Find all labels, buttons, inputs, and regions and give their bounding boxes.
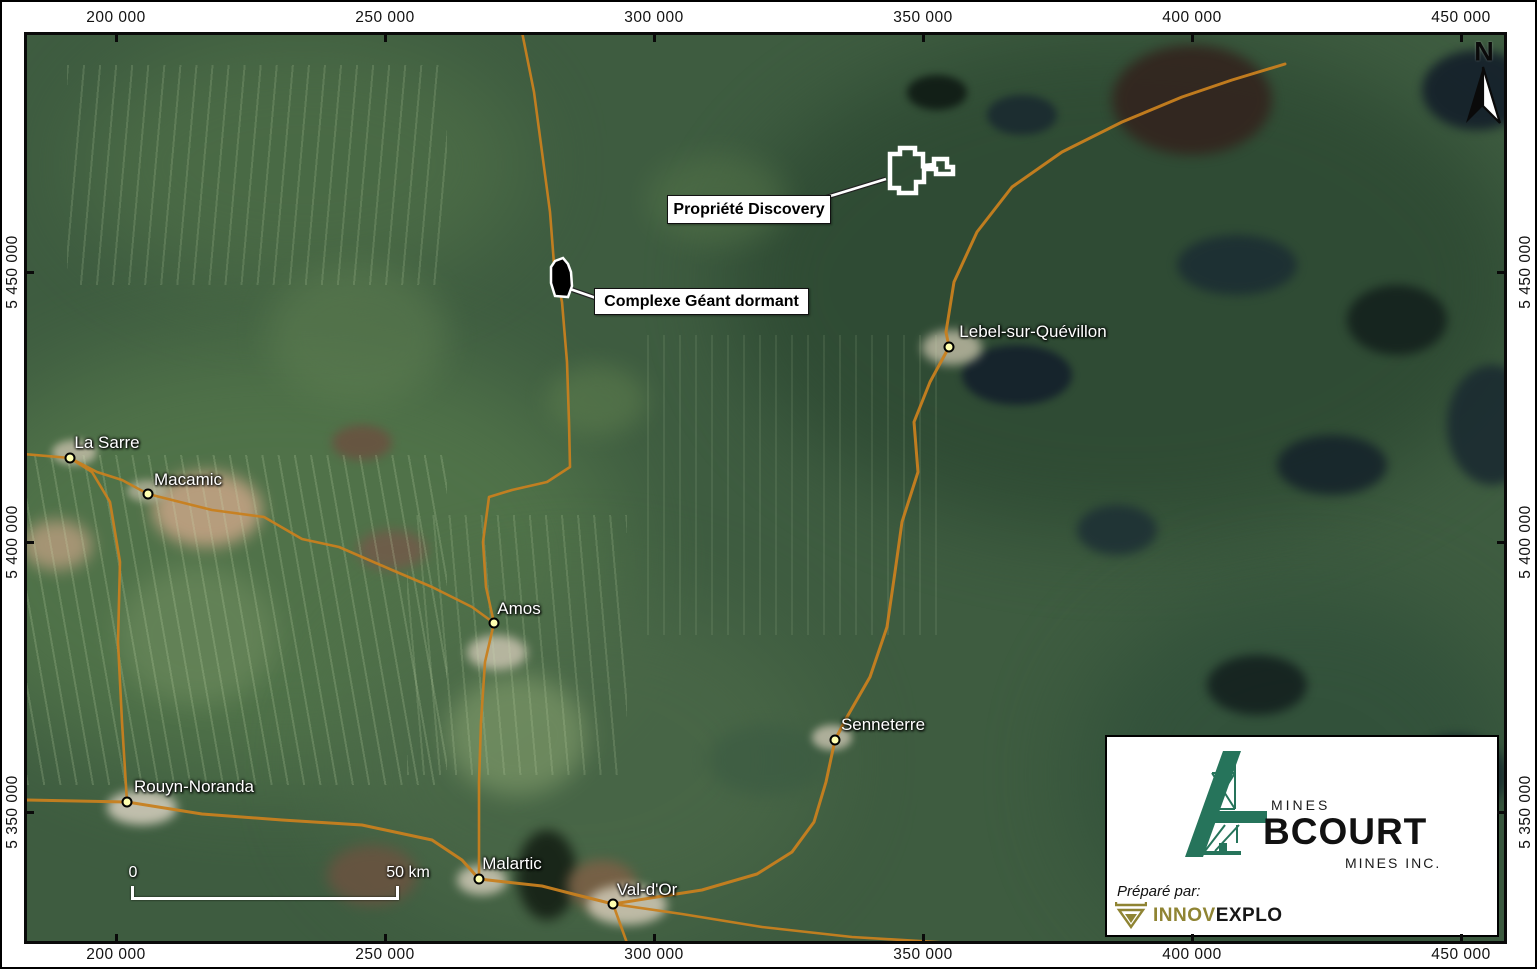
grid-tick xyxy=(1497,271,1504,274)
grid-tick xyxy=(115,35,118,42)
north-arrow-icon xyxy=(1463,65,1503,125)
x-axis-label-top: 250 000 xyxy=(355,9,415,27)
scale-bar xyxy=(131,886,399,900)
grid-tick xyxy=(27,811,34,814)
grid-tick xyxy=(27,541,34,544)
x-axis-label-top: 350 000 xyxy=(893,9,953,27)
preparer-name-explo: EXPLO xyxy=(1216,905,1283,926)
grid-tick xyxy=(1497,541,1504,544)
city-marker-senneterre xyxy=(830,735,841,746)
x-axis-label-bottom: 200 000 xyxy=(86,946,146,964)
grid-tick xyxy=(1460,35,1463,42)
innovexplo-logo-icon xyxy=(1115,901,1147,929)
preparer-name: INNOVEXPLO xyxy=(1153,905,1283,927)
north-label: N xyxy=(1474,37,1494,68)
grid-tick xyxy=(1497,811,1504,814)
city-label-la-sarre: La Sarre xyxy=(74,433,139,453)
grid-tick xyxy=(115,934,118,941)
callout-discovery-property: Propriété Discovery xyxy=(667,195,831,224)
prepared-by-label: Préparé par: xyxy=(1117,883,1200,900)
grid-tick xyxy=(1460,934,1463,941)
city-marker-rouyn-noranda xyxy=(122,797,133,808)
y-axis-label-right: 5 400 000 xyxy=(1517,505,1535,578)
x-axis-label-top: 300 000 xyxy=(624,9,684,27)
city-label-amos: Amos xyxy=(497,599,540,619)
logo-text-mines-inc: MINES INC. xyxy=(1345,855,1441,871)
city-label-malartic: Malartic xyxy=(482,854,542,874)
city-label-lebel-sur-quevillon: Lebel-sur-Quévillon xyxy=(959,322,1106,342)
y-axis-label-right: 5 450 000 xyxy=(1517,235,1535,308)
credits-box: MINES BCOURT MINES INC. Préparé par: INN… xyxy=(1105,735,1499,937)
city-label-rouyn-noranda: Rouyn-Noranda xyxy=(134,777,254,797)
grid-tick xyxy=(384,934,387,941)
x-axis-label-top: 400 000 xyxy=(1162,9,1222,27)
y-axis-label-left: 5 450 000 xyxy=(4,235,22,308)
x-axis-label-bottom: 250 000 xyxy=(355,946,415,964)
y-axis-label-left: 5 350 000 xyxy=(4,775,22,848)
road-109-north xyxy=(479,35,570,879)
road-lasarre-rouyn xyxy=(70,458,127,802)
y-axis-label-left: 5 400 000 xyxy=(4,505,22,578)
grid-tick xyxy=(922,934,925,941)
callout-geant-dormant: Complexe Géant dormant xyxy=(594,288,809,315)
y-axis-label-right: 5 350 000 xyxy=(1517,775,1535,848)
x-axis-label-bottom: 400 000 xyxy=(1162,946,1222,964)
city-label-senneterre: Senneterre xyxy=(841,715,925,735)
city-label-macamic: Macamic xyxy=(154,470,222,490)
city-marker-lebel-sur-quevillon xyxy=(944,342,955,353)
city-marker-la-sarre xyxy=(65,453,76,464)
logo-text-abcourt: BCOURT xyxy=(1263,811,1427,853)
grid-tick xyxy=(653,35,656,42)
x-axis-label-top: 200 000 xyxy=(86,9,146,27)
x-axis-label-bottom: 300 000 xyxy=(624,946,684,964)
grid-tick xyxy=(27,271,34,274)
grid-tick xyxy=(1191,934,1194,941)
preparer-name-innov: INNOV xyxy=(1153,905,1216,926)
abcourt-headframe-logo-icon xyxy=(1179,751,1269,857)
discovery-property-outline xyxy=(890,148,953,193)
city-marker-macamic xyxy=(143,489,154,500)
map-sheet: La Sarre Macamic Amos Lebel-sur-Quévillo… xyxy=(0,0,1537,969)
city-label-val-dor: Val-d'Or xyxy=(617,880,678,900)
map-canvas: La Sarre Macamic Amos Lebel-sur-Quévillo… xyxy=(24,32,1507,944)
geant-dormant-property xyxy=(551,258,572,297)
grid-tick xyxy=(1191,35,1194,42)
x-axis-label-bottom: 350 000 xyxy=(893,946,953,964)
city-marker-val-dor xyxy=(608,899,619,910)
road-valdor-east xyxy=(613,904,952,941)
grid-tick xyxy=(922,35,925,42)
city-marker-amos xyxy=(489,618,500,629)
x-axis-label-top: 450 000 xyxy=(1431,9,1491,27)
road-valdor-south xyxy=(613,904,627,941)
grid-tick xyxy=(653,934,656,941)
grid-tick xyxy=(384,35,387,42)
scale-zero-label: 0 xyxy=(129,864,138,882)
x-axis-label-bottom: 450 000 xyxy=(1431,946,1491,964)
scale-distance-label: 50 km xyxy=(386,864,430,882)
city-marker-malartic xyxy=(474,874,485,885)
